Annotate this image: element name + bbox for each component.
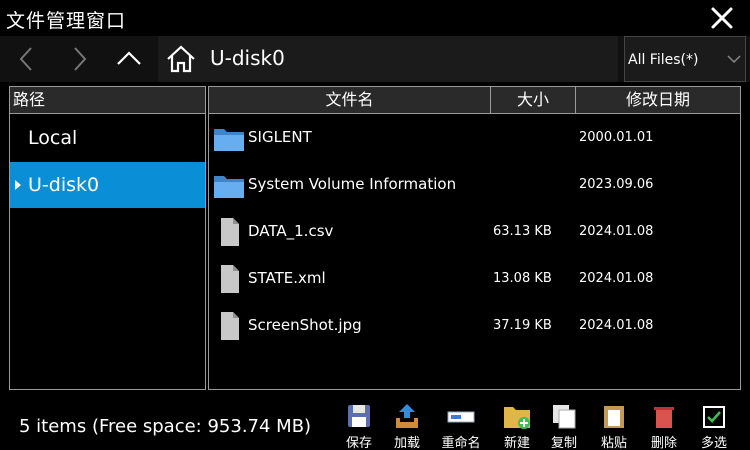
new-folder-button[interactable]: 新建 xyxy=(493,402,541,450)
rename-icon xyxy=(447,411,475,423)
paste-icon xyxy=(604,406,624,428)
file-name: SIGLENT xyxy=(248,128,312,146)
file-row-state-xml[interactable]: STATE.xml 13.08 KB 2024.01.08 xyxy=(209,256,740,302)
select-label: 多选 xyxy=(700,436,727,450)
path-panel: 路径 Local U-disk0 xyxy=(9,86,206,390)
file-row-screenshot-jpg[interactable]: ScreenShot.jpg 37.19 KB 2024.01.08 xyxy=(209,303,740,349)
file-filter-value: All Files(*) xyxy=(628,52,699,68)
home-icon[interactable] xyxy=(166,45,196,73)
copy-button[interactable]: 复制 xyxy=(540,402,588,450)
file-list-panel: 文件名 大小 修改日期 SIGLENT 2000.01.01 System Vo… xyxy=(208,86,741,390)
expand-arrow-icon[interactable] xyxy=(15,180,21,190)
file-size: 37.19 KB xyxy=(493,318,552,333)
file-icon xyxy=(221,265,239,293)
status-text: 5 items (Free space: 953.74 MB) xyxy=(19,416,312,437)
delete-icon xyxy=(654,407,674,428)
file-date: 2000.01.01 xyxy=(579,130,654,145)
file-icon xyxy=(221,218,239,246)
delete-button[interactable]: 删除 xyxy=(640,402,688,450)
save-button[interactable]: 保存 xyxy=(335,402,383,450)
path-box[interactable]: U-disk0 xyxy=(158,36,618,82)
file-row-data-1-csv[interactable]: DATA_1.csv 63.13 KB 2024.01.08 xyxy=(209,209,740,255)
new-folder-icon xyxy=(504,407,530,429)
load-button[interactable]: 加载 xyxy=(383,402,431,450)
path-panel-header: 路径 xyxy=(10,87,205,114)
file-row-system-volume-information[interactable]: System Volume Information 2023.09.06 xyxy=(209,162,740,208)
delete-label: 删除 xyxy=(650,436,677,450)
path-item-local[interactable]: Local xyxy=(10,115,205,161)
copy-label: 复制 xyxy=(550,436,577,450)
file-list-header: 文件名 大小 修改日期 xyxy=(209,87,740,114)
navigation-bar: U-disk0 All Files(*) xyxy=(0,36,750,82)
file-date: 2024.01.08 xyxy=(579,271,654,286)
window-title: 文件管理窗口 xyxy=(6,10,127,32)
multi-select-icon xyxy=(703,406,725,428)
path-item-label: U-disk0 xyxy=(28,174,100,196)
path-item-udisk0[interactable]: U-disk0 xyxy=(10,162,205,208)
back-icon[interactable] xyxy=(12,44,42,74)
rename-label: 重命名 xyxy=(441,436,481,450)
up-icon[interactable] xyxy=(114,44,144,74)
folder-icon xyxy=(214,129,244,151)
save-label: 保存 xyxy=(345,436,372,450)
column-date[interactable]: 修改日期 xyxy=(576,87,740,113)
paste-button[interactable]: 粘贴 xyxy=(590,402,638,450)
file-name: ScreenShot.jpg xyxy=(248,316,362,334)
path-item-label: Local xyxy=(28,127,78,149)
file-size: 63.13 KB xyxy=(493,224,552,239)
file-date: 2024.01.08 xyxy=(579,224,654,239)
file-row-siglent[interactable]: SIGLENT 2000.01.01 xyxy=(209,115,740,161)
save-icon xyxy=(348,405,370,427)
column-name[interactable]: 文件名 xyxy=(209,87,491,113)
file-filter-select[interactable]: All Files(*) xyxy=(624,36,746,82)
close-icon[interactable] xyxy=(710,6,734,30)
file-date: 2024.01.08 xyxy=(579,318,654,333)
rename-button[interactable]: 重命名 xyxy=(437,402,485,450)
folder-icon xyxy=(214,176,244,198)
forward-icon[interactable] xyxy=(64,44,94,74)
file-name: System Volume Information xyxy=(248,175,457,193)
file-icon xyxy=(221,312,239,340)
paste-label: 粘贴 xyxy=(600,436,627,450)
file-name: STATE.xml xyxy=(248,269,326,287)
current-path: U-disk0 xyxy=(210,46,285,70)
file-size: 13.08 KB xyxy=(493,271,552,286)
multi-select-button[interactable]: 多选 xyxy=(690,402,738,450)
column-size[interactable]: 大小 xyxy=(491,87,576,113)
new-label: 新建 xyxy=(503,436,530,450)
load-icon xyxy=(396,404,418,428)
copy-icon xyxy=(553,405,576,429)
file-date: 2023.09.06 xyxy=(579,177,654,192)
load-label: 加载 xyxy=(393,436,420,450)
chevron-down-icon xyxy=(727,55,741,64)
file-name: DATA_1.csv xyxy=(248,222,334,240)
title-bar: 文件管理窗口 xyxy=(0,0,750,36)
